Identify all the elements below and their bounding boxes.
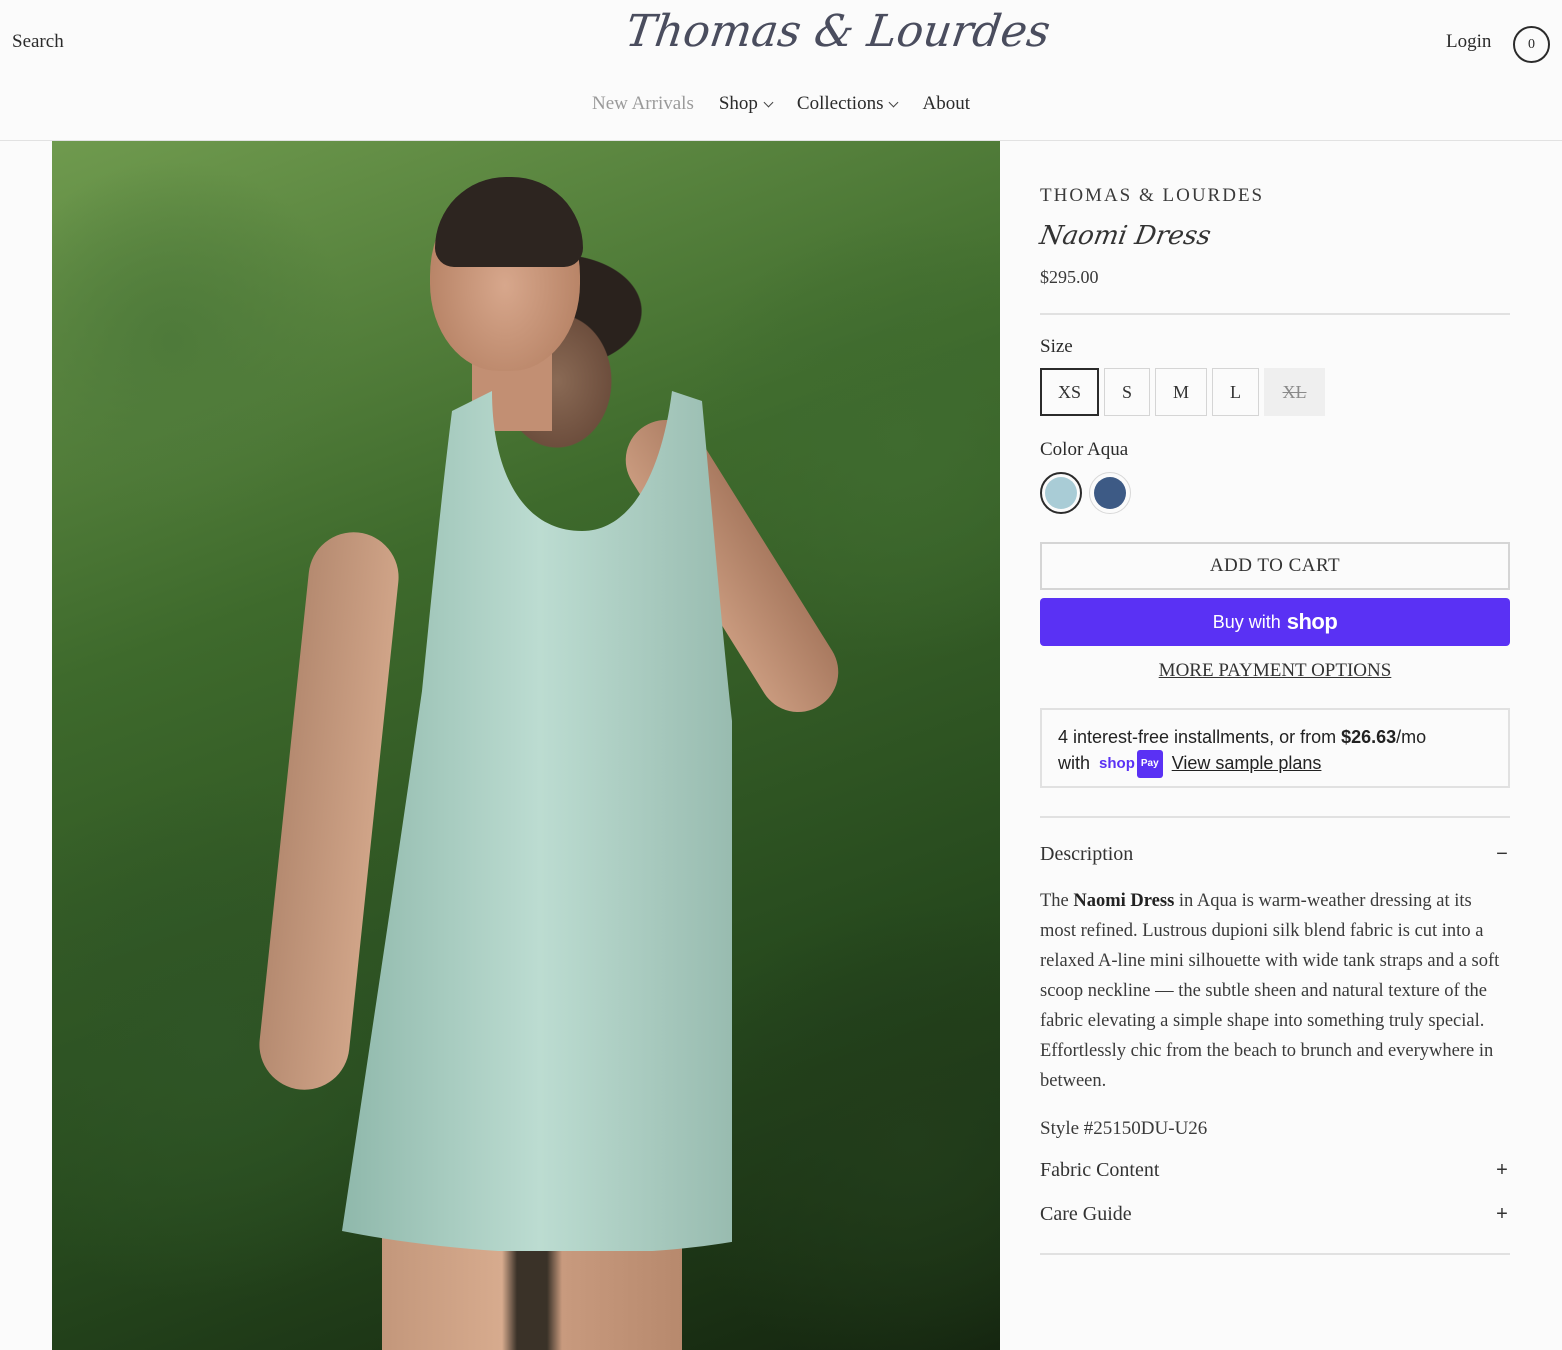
product-description: The Naomi Dress in Aqua is warm-weather … (1040, 886, 1510, 1096)
minus-icon: − (1496, 843, 1508, 865)
divider (1040, 1253, 1510, 1255)
nav-about[interactable]: About (922, 93, 970, 115)
installments-amount: $26.63 (1341, 727, 1397, 747)
color-label-text: Color (1040, 439, 1084, 460)
more-payment-options-link[interactable]: MORE PAYMENT OPTIONS (1040, 660, 1510, 682)
product-brand[interactable]: THOMAS & LOURDES (1040, 185, 1264, 207)
nav-label: Collections (796, 93, 884, 114)
size-option-xl[interactable]: XL (1264, 368, 1325, 416)
product-price: $295.00 (1040, 267, 1099, 287)
size-option-m[interactable]: M (1155, 368, 1207, 416)
installments-text: 4 interest-free installments, or from (1058, 727, 1342, 747)
nav-label: Shop (718, 93, 758, 114)
login-link[interactable]: Login (1446, 31, 1491, 53)
accordion-title: Fabric Content (1040, 1159, 1160, 1181)
shop-pay-logo-shop: shop (1099, 755, 1135, 773)
brand-logo[interactable]: Thomas & Lourdes (622, 6, 1053, 57)
nav-shop[interactable]: Shop (718, 93, 774, 115)
plus-icon: + (1496, 1203, 1508, 1225)
main-nav: New Arrivals Shop Collections About (0, 93, 1562, 115)
installments-banner: 4 interest-free installments, or from $2… (1040, 708, 1510, 788)
installments-with: with (1058, 753, 1091, 773)
buy-with-text: Buy with (1212, 611, 1281, 632)
size-option-l[interactable]: L (1212, 368, 1259, 416)
cart-button[interactable]: 0 (1513, 26, 1550, 63)
shop-logo: shop (1286, 609, 1338, 634)
nav-collections[interactable]: Collections (796, 93, 899, 115)
model-hair (435, 177, 583, 267)
chevron-down-icon (889, 97, 899, 107)
divider (1040, 313, 1510, 315)
accordion-title: Care Guide (1040, 1203, 1132, 1225)
color-swatch-navy[interactable] (1089, 472, 1131, 514)
size-selector: XS S M L XL (1040, 368, 1325, 416)
style-number: Style #25150DU-U26 (1040, 1118, 1208, 1139)
swatch-fill (1045, 477, 1077, 509)
color-swatch-aqua[interactable] (1040, 472, 1082, 514)
shop-pay-logo: shop Pay (1099, 750, 1163, 779)
product-image[interactable] (52, 141, 1000, 1350)
swatch-fill (1094, 477, 1126, 509)
color-selector (1040, 472, 1131, 514)
nav-label: New Arrivals (592, 93, 694, 114)
search-link[interactable]: Search (12, 31, 64, 53)
accordion-fabric-content[interactable]: Fabric Content + (1040, 1159, 1510, 1182)
installments-suffix: /mo (1396, 727, 1427, 747)
color-selected-value: Aqua (1086, 439, 1129, 460)
size-label: Size (1040, 336, 1073, 357)
size-option-s[interactable]: S (1104, 368, 1150, 416)
cart-count: 0 (1528, 36, 1535, 52)
size-option-xs[interactable]: XS (1040, 368, 1099, 416)
accordion-title: Description (1040, 843, 1134, 865)
divider (1040, 816, 1510, 818)
product-title: Naomi Dress (1037, 221, 1214, 251)
accordion-description[interactable]: Description − (1040, 843, 1510, 866)
nav-label: About (922, 93, 970, 114)
view-sample-plans-link[interactable]: View sample plans (1172, 753, 1322, 773)
nav-new-arrivals[interactable]: New Arrivals (592, 93, 694, 115)
chevron-down-icon (763, 97, 774, 107)
description-intro: The (1040, 891, 1074, 911)
dress-shape (342, 391, 732, 1251)
add-to-cart-button[interactable]: ADD TO CART (1040, 542, 1510, 590)
description-body: in Aqua is warm-weather dressing at its … (1040, 891, 1500, 1091)
plus-icon: + (1496, 1159, 1508, 1181)
color-label: Color Aqua (1040, 439, 1128, 461)
description-product-name: Naomi Dress (1073, 891, 1175, 911)
shop-pay-logo-pay: Pay (1136, 750, 1163, 779)
accordion-care-guide[interactable]: Care Guide + (1040, 1203, 1510, 1226)
buy-with-shop-button[interactable]: Buy with shop (1040, 598, 1510, 646)
site-header: Search Thomas & Lourdes Login 0 New Arri… (0, 0, 1562, 141)
